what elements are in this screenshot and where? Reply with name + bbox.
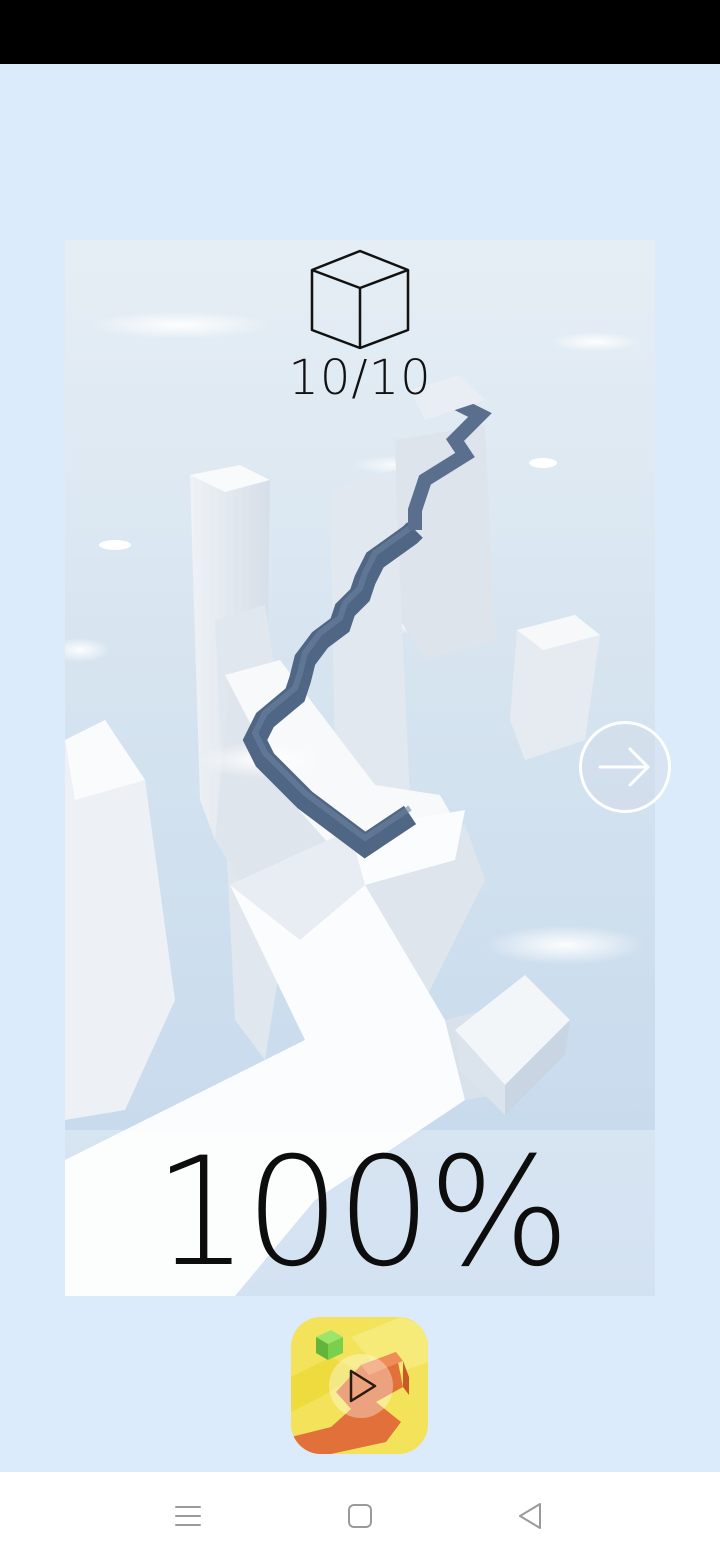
arrow-right-circle-icon xyxy=(598,747,650,787)
menu-lines-icon xyxy=(175,1506,201,1526)
gem-counter: 10/10 xyxy=(260,248,460,408)
level-complete-screenshot: 10/10 100% xyxy=(65,240,655,1296)
cloud xyxy=(485,925,645,965)
next-button[interactable] xyxy=(579,721,671,813)
back-triangle-icon xyxy=(519,1503,541,1529)
status-bar xyxy=(0,0,720,64)
play-button-circle xyxy=(329,1354,393,1418)
cube-outline-icon xyxy=(310,249,410,350)
cloud xyxy=(529,458,557,468)
cloud xyxy=(550,332,640,352)
level-progress-percent: 100% xyxy=(153,1126,571,1296)
home-button[interactable] xyxy=(310,1472,410,1560)
app-icon-play-button[interactable] xyxy=(291,1317,428,1454)
dancing-line-app-icon xyxy=(291,1317,428,1454)
back-button[interactable] xyxy=(480,1472,580,1560)
menu-button[interactable] xyxy=(138,1472,238,1560)
gems-collected-count: 10/10 xyxy=(288,350,432,406)
system-navigation-bar xyxy=(0,1472,720,1560)
cloud xyxy=(90,311,270,339)
home-square-icon xyxy=(348,1504,372,1528)
cloud xyxy=(99,540,131,550)
